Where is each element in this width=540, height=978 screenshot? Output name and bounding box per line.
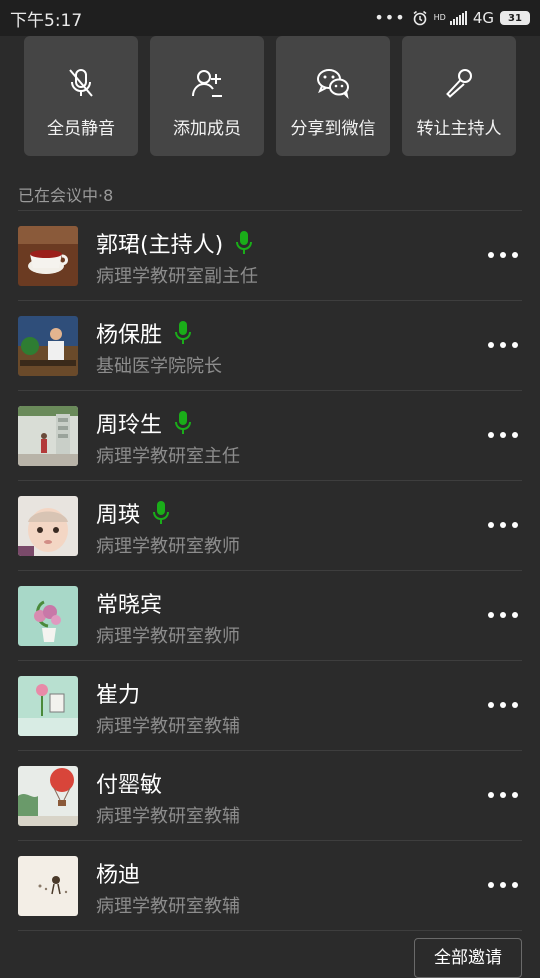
more-options-icon[interactable]: [488, 425, 518, 445]
member-name-line: 崔力: [96, 677, 140, 709]
mic-transfer-icon: [446, 69, 472, 98]
member-name: 付罂敏: [96, 773, 163, 798]
member-name-line: 杨保胜: [96, 317, 192, 349]
member-name: 常晓宾: [96, 593, 163, 618]
member-row[interactable]: 付罂敏 病理学教研室教辅: [18, 751, 522, 841]
member-name: 周玲生: [96, 413, 163, 438]
mute-all-button[interactable]: 全员静音: [24, 36, 138, 156]
member-role: 病理学教研室教辅: [96, 806, 240, 827]
member-row[interactable]: 杨保胜 基础医学院院长: [18, 301, 522, 391]
member-row[interactable]: 周玲生 病理学教研室主任: [18, 391, 522, 481]
more-options-icon[interactable]: [488, 785, 518, 805]
add-member-label: 添加成员: [173, 119, 241, 139]
transfer-host-label: 转让主持人: [416, 119, 502, 139]
member-row[interactable]: 崔力 病理学教研室教辅: [18, 661, 522, 751]
member-name-line: 常晓宾: [96, 587, 162, 619]
avatar: [18, 856, 78, 916]
more-options-icon[interactable]: [488, 245, 518, 265]
avatar: [18, 496, 78, 556]
alarm-icon: [413, 10, 427, 26]
member-role: 病理学教研室副主任: [96, 266, 258, 287]
mic-muted-icon: [69, 69, 93, 97]
more-notifications-icon: •••: [374, 8, 406, 27]
member-row[interactable]: 周瑛 病理学教研室教师: [18, 481, 522, 571]
more-options-icon[interactable]: [488, 695, 518, 715]
member-name: 杨迪: [96, 863, 141, 888]
member-name: 杨保胜: [96, 323, 163, 348]
battery-icon: 31: [500, 11, 530, 25]
mic-active-icon: [235, 230, 253, 256]
more-options-icon[interactable]: [488, 515, 518, 535]
member-name-line: 周玲生: [96, 407, 192, 439]
member-role: 病理学教研室教辅: [96, 896, 240, 917]
member-role: 病理学教研室教师: [96, 536, 240, 557]
signal-icon: [449, 11, 467, 25]
avatar: [18, 406, 78, 466]
member-row[interactable]: 杨迪 病理学教研室教辅: [18, 841, 522, 931]
mic-active-icon: [174, 320, 192, 346]
member-name: 郭珺(主持人): [96, 233, 224, 258]
more-options-icon[interactable]: [488, 875, 518, 895]
battery-level: 31: [508, 12, 522, 24]
action-bar: 全员静音 添加成员 分享到微信 转让主持人: [24, 36, 516, 158]
member-name-line: 杨迪: [96, 857, 140, 889]
member-name-line: 郭珺(主持人): [96, 227, 253, 259]
mute-all-label: 全员静音: [47, 119, 115, 139]
member-row[interactable]: 常晓宾 病理学教研室教师: [18, 571, 522, 661]
member-row[interactable]: 郭珺(主持人) 病理学教研室副主任: [18, 211, 522, 301]
avatar: [18, 586, 78, 646]
network-type: 4G: [472, 9, 494, 27]
mic-active-icon: [174, 410, 192, 436]
more-options-icon[interactable]: [488, 335, 518, 355]
status-time: 下午5:17: [10, 10, 83, 31]
share-wechat-label: 分享到微信: [290, 119, 376, 139]
avatar: [18, 316, 78, 376]
member-role: 病理学教研室教辅: [96, 716, 240, 737]
member-name: 周瑛: [96, 503, 141, 528]
avatar: [18, 766, 78, 826]
add-member-button[interactable]: 添加成员: [150, 36, 264, 156]
member-role: 病理学教研室教师: [96, 626, 240, 647]
avatar: [18, 226, 78, 286]
in-meeting-count: 已在会议中·8: [18, 186, 114, 205]
mic-active-icon: [152, 500, 170, 526]
member-name-line: 付罂敏: [96, 767, 162, 799]
more-options-icon[interactable]: [488, 605, 518, 625]
invite-all-button[interactable]: 全部邀请: [414, 938, 522, 978]
share-wechat-button[interactable]: 分享到微信: [276, 36, 390, 156]
member-name: 崔力: [96, 683, 141, 708]
wechat-icon: [317, 69, 349, 100]
status-icons: ••• HD 4G 31: [374, 9, 530, 27]
transfer-host-button[interactable]: 转让主持人: [402, 36, 516, 156]
member-name-line: 周瑛: [96, 497, 170, 529]
member-list: 郭珺(主持人) 病理学教研室副主任 杨保胜 基础医学院院长 周玲生 病理学教研室…: [0, 211, 540, 931]
avatar: [18, 676, 78, 736]
add-person-icon: [192, 70, 222, 97]
status-bar: 下午5:17 ••• HD 4G 31: [0, 0, 540, 36]
member-role: 基础医学院院长: [96, 356, 222, 377]
hd-label: HD: [433, 13, 446, 22]
member-role: 病理学教研室主任: [96, 446, 240, 467]
